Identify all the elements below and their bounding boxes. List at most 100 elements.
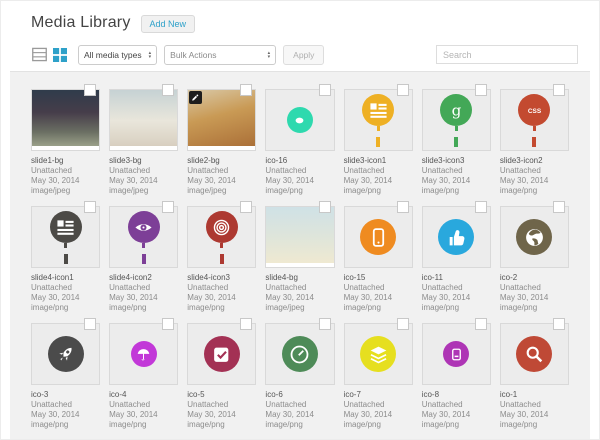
list-view-icon[interactable] <box>32 47 47 62</box>
select-checkbox[interactable] <box>318 201 331 213</box>
media-item[interactable]: slide3-bg Unattached May 30, 2014 image/jpe… <box>109 84 179 196</box>
media-item[interactable]: g slide3-icon3 Unattached May 30, 2014 image… <box>421 84 491 196</box>
select-checkbox[interactable] <box>396 201 409 213</box>
item-status: Unattached <box>109 400 151 409</box>
media-grid: slide1-bg Unattached May 30, 2014 image/jpe… <box>31 84 569 430</box>
select-checkbox[interactable] <box>240 84 253 96</box>
media-item[interactable]: ico-5 Unattached May 30, 2014 image/png <box>187 318 257 430</box>
select-checkbox[interactable] <box>162 201 175 213</box>
thumbnail: g <box>421 84 491 151</box>
item-title: slide4-icon3 <box>187 273 230 282</box>
balloon-stick <box>376 137 381 147</box>
media-item[interactable]: slide4-icon3 Unattached May 30, 2014 image/… <box>187 201 257 313</box>
select-arrows-icon: ▴ ▾ <box>267 49 271 60</box>
media-library-page: Media Library Add New All media types ▴ ▾ <box>0 0 600 440</box>
item-date: May 30, 2014 <box>499 293 549 302</box>
item-title: ico-11 <box>421 273 443 282</box>
media-item[interactable]: ico-7 Unattached May 30, 2014 image/png <box>343 318 413 430</box>
balloon-stick <box>63 254 68 264</box>
item-title: ico-8 <box>421 390 440 399</box>
media-item[interactable]: slide4-icon2 Unattached May 30, 2014 image/… <box>109 201 179 313</box>
media-type-filter[interactable]: All media types ▴ ▾ <box>78 44 158 65</box>
item-mime: image/jpeg <box>109 186 149 195</box>
media-item[interactable]: ico-8 Unattached May 30, 2014 image/png <box>421 318 491 430</box>
select-checkbox[interactable] <box>162 84 175 96</box>
item-meta: slide1-bg Unattached May 30, 2014 image/jpe… <box>31 156 100 196</box>
media-item[interactable]: ico-16 Unattached May 30, 2014 image/png <box>265 84 335 196</box>
view-switcher <box>32 47 67 62</box>
list-icon <box>362 94 395 126</box>
item-mime: image/png <box>109 303 147 312</box>
item-mime: image/jpeg <box>31 186 71 195</box>
media-item[interactable]: slide3-icon1 Unattached May 30, 2014 image/… <box>343 84 413 196</box>
apply-button[interactable]: Apply <box>283 44 325 65</box>
eye-icon <box>127 211 160 243</box>
item-title: ico-7 <box>343 390 361 399</box>
item-title: slide3-icon2 <box>499 156 543 165</box>
balloon-tail <box>376 126 380 131</box>
media-item[interactable]: ico-6 Unattached May 30, 2014 image/png <box>265 318 335 430</box>
search-icon <box>516 336 553 372</box>
edit-pencil-icon[interactable] <box>189 91 203 104</box>
select-checkbox[interactable] <box>396 84 409 96</box>
item-mime: image/png <box>421 420 460 429</box>
media-item[interactable]: slide2-bg Unattached May 30, 2014 image/jpe… <box>187 84 257 196</box>
select-checkbox[interactable] <box>553 84 565 96</box>
item-status: Unattached <box>109 283 151 292</box>
select-checkbox[interactable] <box>474 201 487 213</box>
select-checkbox[interactable] <box>84 201 97 213</box>
media-item[interactable]: ico-2 Unattached May 30, 2014 image/png <box>499 201 569 313</box>
layers-icon <box>360 336 397 372</box>
select-checkbox[interactable] <box>553 201 565 213</box>
thumbnail <box>265 201 335 268</box>
select-checkbox[interactable] <box>240 318 253 330</box>
media-item[interactable]: ico-11 Unattached May 30, 2014 image/png <box>421 201 491 313</box>
thumbnail <box>187 318 257 385</box>
item-status: Unattached <box>31 283 72 292</box>
item-date: May 30, 2014 <box>343 410 393 419</box>
media-item[interactable]: slide1-bg Unattached May 30, 2014 image/jpe… <box>31 84 101 196</box>
bulk-actions-select[interactable]: Bulk Actions ▴ ▾ <box>164 44 277 65</box>
item-date: May 30, 2014 <box>265 176 314 185</box>
grid-view-icon[interactable] <box>52 47 67 62</box>
select-checkbox[interactable] <box>84 84 97 96</box>
umbrella-icon <box>130 341 157 367</box>
item-meta: ico-2 Unattached May 30, 2014 image/png <box>500 273 569 313</box>
select-checkbox[interactable] <box>318 318 331 330</box>
select-checkbox[interactable] <box>396 318 409 330</box>
select-checkbox[interactable] <box>474 318 487 330</box>
item-meta: ico-16 Unattached May 30, 2014 image/png <box>265 156 334 196</box>
item-status: Unattached <box>343 166 385 175</box>
item-date: May 30, 2014 <box>187 176 236 185</box>
media-item[interactable]: ico-1 Unattached May 30, 2014 image/png <box>499 318 569 430</box>
item-mime: image/png <box>499 186 538 195</box>
thumbnail <box>31 318 101 385</box>
select-checkbox[interactable] <box>553 318 565 330</box>
item-date: May 30, 2014 <box>421 293 471 302</box>
add-new-button[interactable]: Add New <box>140 15 196 33</box>
css-text-icon: CSS <box>518 94 551 126</box>
item-mime: image/png <box>421 186 460 195</box>
balloon-tail <box>142 243 146 248</box>
search-input[interactable] <box>436 45 578 64</box>
select-checkbox[interactable] <box>162 318 175 330</box>
item-date: May 30, 2014 <box>265 293 314 302</box>
media-item[interactable]: ico-4 Unattached May 30, 2014 image/png <box>109 318 179 430</box>
item-title: ico-6 <box>265 390 283 399</box>
item-mime: image/png <box>187 303 225 312</box>
item-status: Unattached <box>499 283 541 292</box>
media-item[interactable]: slide4-bg Unattached May 30, 2014 image/jpe… <box>265 201 335 313</box>
media-item[interactable]: ico-15 Unattached May 30, 2014 image/png <box>343 201 413 313</box>
media-item[interactable]: slide4-icon1 Unattached May 30, 2014 image/… <box>31 201 101 313</box>
item-meta: slide4-bg Unattached May 30, 2014 image/jpe… <box>265 273 334 313</box>
media-item[interactable]: CSS slide3-icon2 Unattached May 30, 2014 ima… <box>499 84 569 196</box>
item-date: May 30, 2014 <box>109 293 158 302</box>
select-checkbox[interactable] <box>318 84 331 96</box>
toolbar: All media types ▴ ▾ Bulk Actions ▴ ▾ Apply <box>10 44 590 72</box>
item-mime: image/jpeg <box>187 186 227 195</box>
select-checkbox[interactable] <box>474 84 487 96</box>
select-checkbox[interactable] <box>240 201 253 213</box>
media-item[interactable]: ico-3 Unattached May 30, 2014 image/png <box>31 318 101 430</box>
select-checkbox[interactable] <box>84 318 97 330</box>
list-icon <box>49 211 82 243</box>
